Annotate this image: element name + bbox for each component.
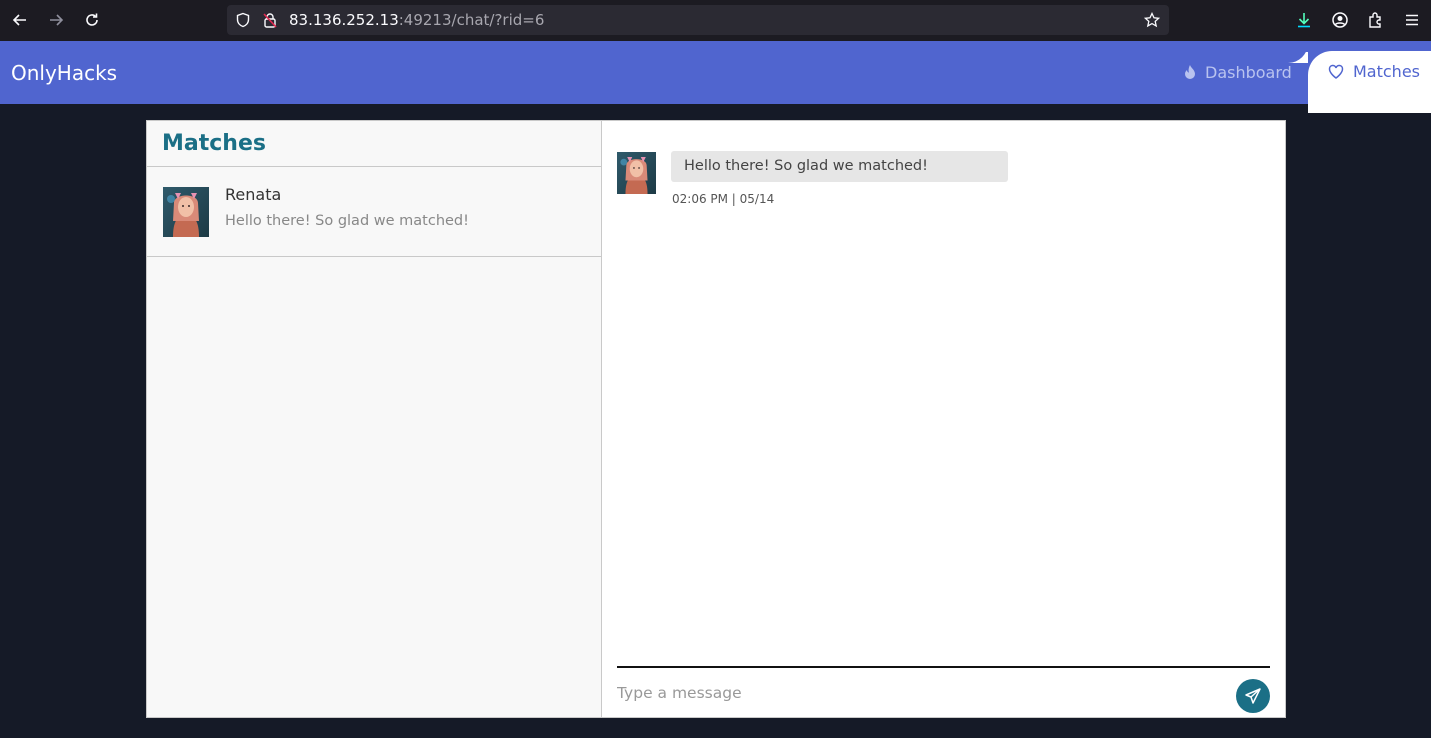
composer-divider xyxy=(617,666,1270,668)
nav-dashboard[interactable]: Dashboard xyxy=(1183,61,1292,83)
chat-container: Matches Renata Hello there! So glad we m… xyxy=(146,120,1286,718)
match-avatar xyxy=(163,187,209,237)
message-timestamp: 02:06 PM | 05/14 xyxy=(672,192,775,206)
sidebar-title: Matches xyxy=(162,131,266,156)
matches-sidebar: Matches Renata Hello there! So glad we m… xyxy=(147,121,602,717)
match-preview: Hello there! So glad we matched! xyxy=(225,213,469,229)
reload-icon[interactable] xyxy=(80,8,104,32)
nav-dashboard-label: Dashboard xyxy=(1205,62,1292,82)
message-bubble: Hello there! So glad we matched! xyxy=(671,151,1008,182)
address-bar[interactable]: 83.136.252.13:49213/chat/?rid=6 xyxy=(227,5,1169,35)
browser-toolbar: 83.136.252.13:49213/chat/?rid=6 xyxy=(0,0,1431,41)
bookmark-star-icon[interactable] xyxy=(1143,11,1161,28)
brand-logo[interactable]: OnlyHacks xyxy=(11,61,117,85)
match-name: Renata xyxy=(225,185,282,204)
back-arrow-icon[interactable] xyxy=(8,8,32,32)
paper-plane-icon xyxy=(1245,688,1261,704)
menu-icon[interactable] xyxy=(1403,11,1421,29)
heart-icon xyxy=(1328,64,1344,79)
extensions-icon[interactable] xyxy=(1367,11,1385,29)
message-avatar xyxy=(617,152,656,194)
forward-arrow-icon[interactable] xyxy=(44,8,68,32)
conversation-panel: Hello there! So glad we matched! 02:06 P… xyxy=(602,121,1285,717)
shield-icon[interactable] xyxy=(235,12,251,28)
match-item-renata[interactable]: Renata Hello there! So glad we matched! xyxy=(147,167,601,257)
send-button[interactable] xyxy=(1236,679,1270,713)
nav-matches-label: Matches xyxy=(1353,62,1420,81)
url-path: :49213/chat/?rid=6 xyxy=(398,11,545,29)
message-text: Hello there! So glad we matched! xyxy=(684,158,928,174)
app-header: OnlyHacks Dashboard xyxy=(0,41,1431,104)
url-host: 83.136.252.13 xyxy=(289,11,399,29)
url-text[interactable]: 83.136.252.13:49213/chat/?rid=6 xyxy=(289,11,544,29)
nav-matches[interactable]: Matches xyxy=(1308,51,1431,113)
active-tab-curve xyxy=(1288,52,1308,63)
account-icon[interactable] xyxy=(1331,11,1349,29)
message-input[interactable] xyxy=(617,681,1217,705)
flame-icon xyxy=(1185,65,1195,79)
insecure-lock-icon[interactable] xyxy=(262,12,278,28)
download-icon[interactable] xyxy=(1295,11,1313,29)
